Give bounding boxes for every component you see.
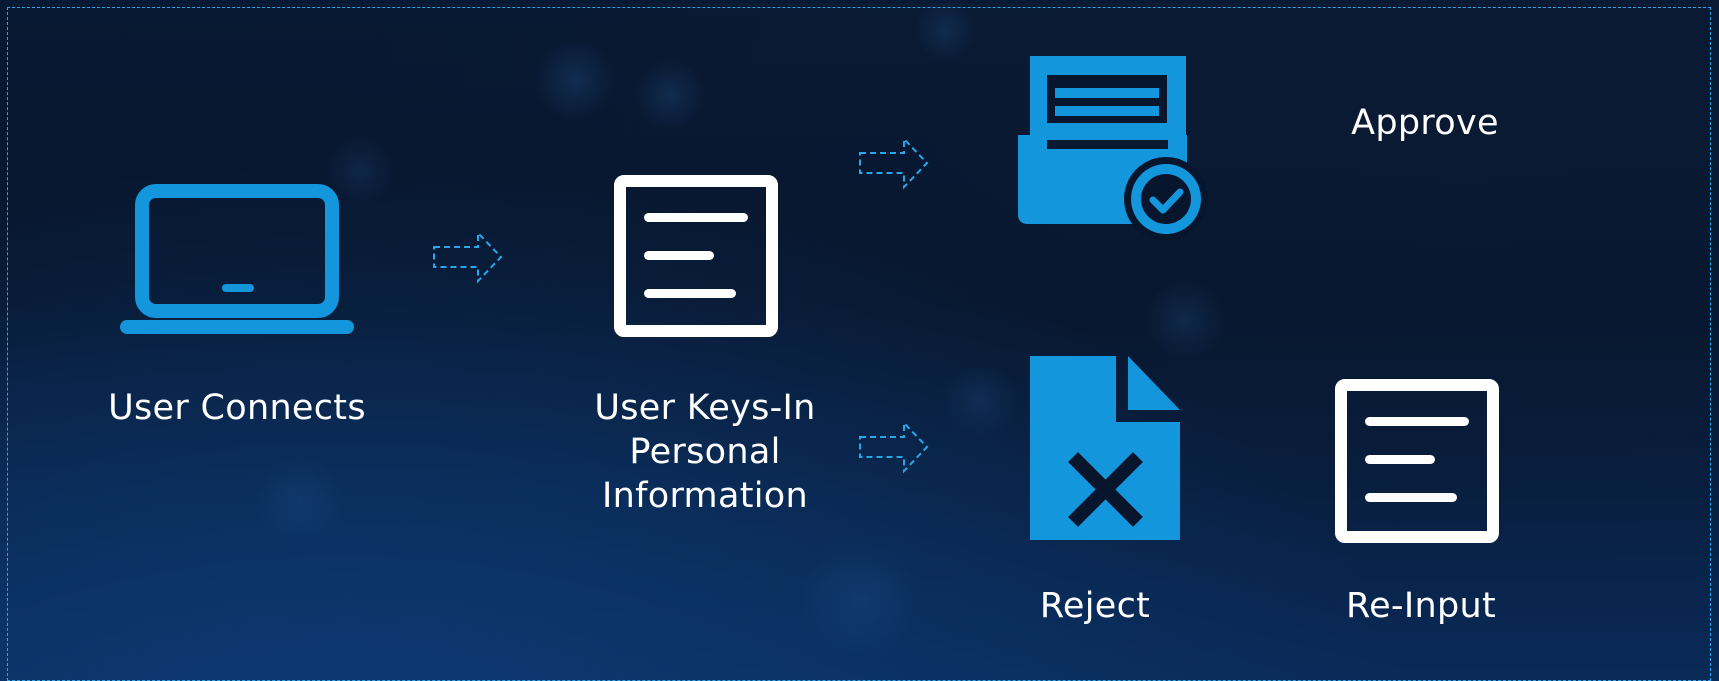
re-input-form-icon bbox=[1335, 379, 1499, 543]
arrow-keys-in-to-approve bbox=[858, 136, 930, 190]
approve-label: Approve bbox=[1351, 103, 1499, 143]
diagram-canvas: User Connects User Keys-In Personal Info… bbox=[0, 0, 1719, 681]
arrow-connect-to-keys-in bbox=[432, 230, 504, 284]
form-document-icon bbox=[614, 175, 778, 337]
reject-label: Reject bbox=[1039, 586, 1151, 626]
user-keys-in-label: User Keys-In Personal Information bbox=[594, 388, 816, 516]
approved-document-icon bbox=[1018, 56, 1208, 240]
rejected-file-icon bbox=[1030, 356, 1180, 540]
laptop-icon bbox=[118, 183, 356, 336]
user-connects-label: User Connects bbox=[108, 388, 366, 428]
arrow-keys-in-to-reject bbox=[858, 420, 930, 474]
re-input-label: Re-Input bbox=[1346, 586, 1496, 626]
